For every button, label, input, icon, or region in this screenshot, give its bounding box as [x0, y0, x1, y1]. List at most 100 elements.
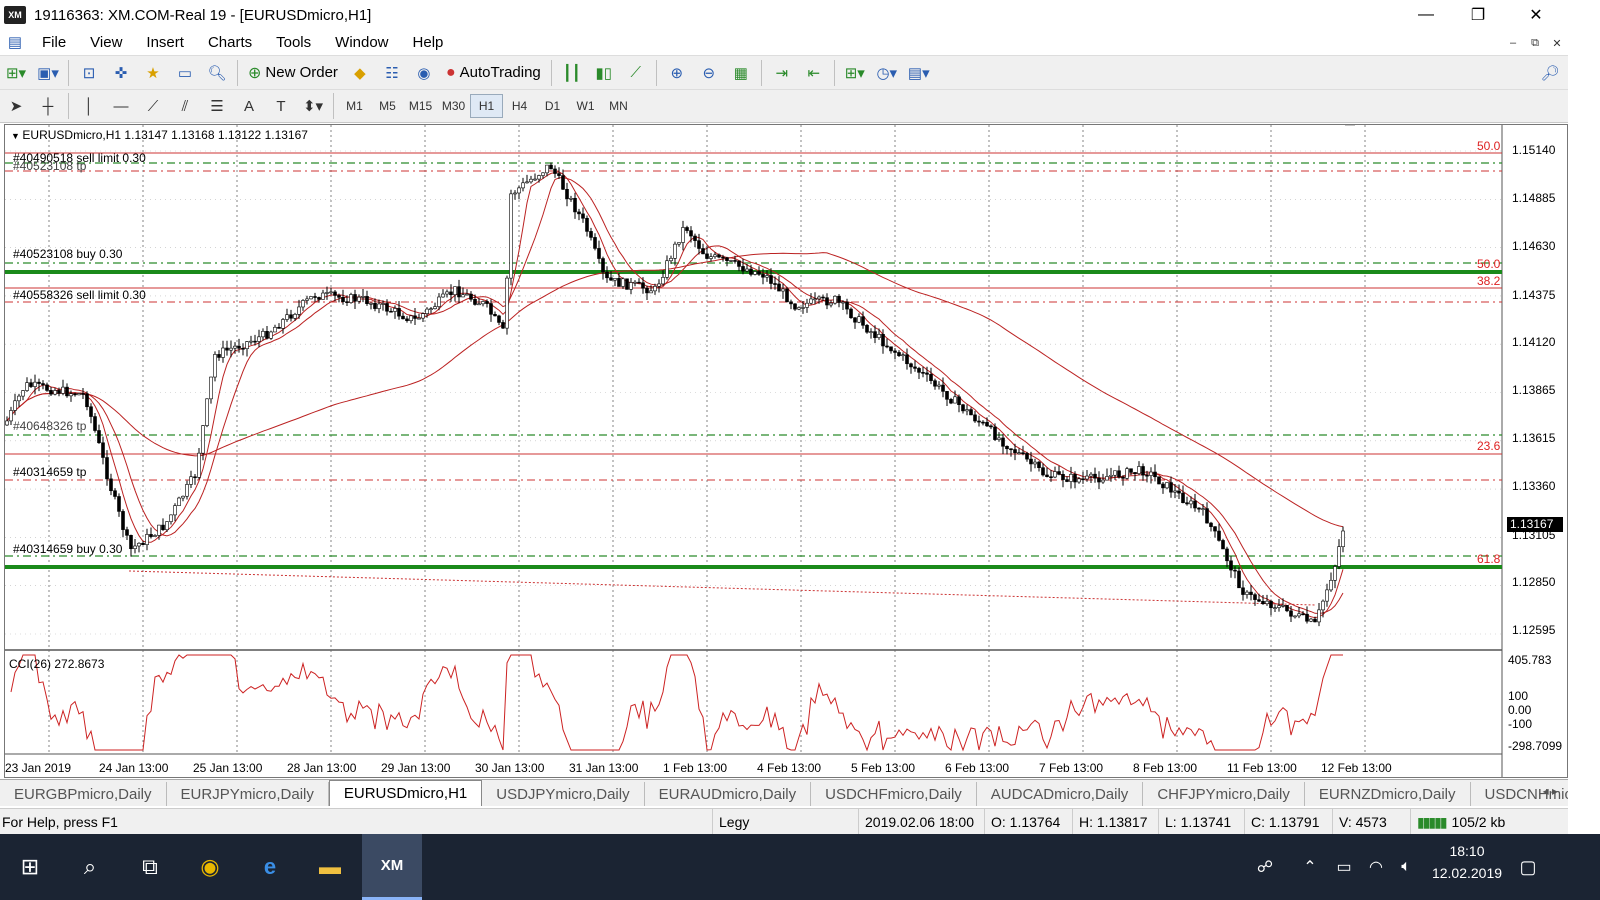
tab-eurnzd[interactable]: EURNZDmicro,Daily [1305, 782, 1471, 806]
separator [333, 93, 334, 119]
autotrading-button[interactable]: ● AutoTrading [440, 60, 547, 86]
volume-button[interactable]: 🔈︎ [1388, 834, 1424, 900]
mdi-minimize-button[interactable]: – [1502, 34, 1524, 52]
edge-button[interactable]: e [240, 834, 300, 900]
chrome-button[interactable]: ◉ [180, 834, 240, 900]
fib-label: 50.0 [1477, 257, 1501, 271]
market-icon[interactable]: ◉ [410, 60, 438, 86]
order-label: #40523108 tp [13, 159, 87, 173]
status-low: L: 1.13741 [1158, 809, 1244, 835]
start-button[interactable]: ⊞ [0, 834, 60, 900]
tab-audcad[interactable]: AUDCADmicro,Daily [977, 782, 1144, 806]
clock[interactable]: 18:10 12.02.2019 [1422, 840, 1512, 884]
navigator-icon[interactable]: ★ [139, 60, 167, 86]
tab-chfjpy[interactable]: CHFJPYmicro,Daily [1143, 782, 1305, 806]
tab-usdchf[interactable]: USDCHFmicro,Daily [811, 782, 977, 806]
crosshair-icon[interactable]: ┼ [34, 93, 62, 119]
new-order-button[interactable]: ⊕ New Order [242, 60, 344, 86]
task-view-button[interactable]: ⧉ [120, 834, 180, 900]
tab-eurgbp[interactable]: EURGBPmicro,Daily [0, 782, 167, 806]
menu-tools[interactable]: Tools [264, 34, 323, 51]
profiles-icon[interactable]: ▣▾ [34, 60, 62, 86]
tester-icon[interactable]: 🔍︎ [203, 60, 231, 86]
chart-shift-icon[interactable]: ⇤ [800, 60, 828, 86]
search-button[interactable]: ⌕ [60, 834, 120, 900]
bar-chart-icon[interactable]: ┃┃ [558, 60, 586, 86]
xm-app-button[interactable]: XM [362, 834, 422, 900]
menu-file[interactable]: File [30, 34, 78, 51]
menu-view[interactable]: View [78, 34, 134, 51]
right-margin [1568, 55, 1600, 834]
search-icon[interactable]: 🔎︎ [1536, 60, 1564, 86]
mdi-restore-button[interactable]: ⧉ [1524, 34, 1546, 52]
tile-windows-icon[interactable]: ▦ [727, 60, 755, 86]
data-window-icon[interactable]: ✜ [107, 60, 135, 86]
tray-chevron[interactable]: ⌃ [1290, 834, 1330, 900]
timeframe-d1[interactable]: D1 [536, 94, 569, 118]
menu-charts[interactable]: Charts [196, 34, 264, 51]
timeframe-mn[interactable]: MN [602, 94, 635, 118]
zoom-out-icon[interactable]: ⊖ [695, 60, 723, 86]
market-watch-icon[interactable]: ⊡ [75, 60, 103, 86]
tab-scroll-arrows[interactable]: ◂ ▸ [1543, 784, 1558, 798]
close-button[interactable]: ✕ [1510, 0, 1562, 30]
menu-window[interactable]: Window [323, 34, 400, 51]
mdi-close-button[interactable]: ✕ [1546, 34, 1568, 52]
text-label-icon[interactable]: T [267, 93, 295, 119]
app-logo: XM [4, 6, 26, 24]
new-order-label: New Order [265, 64, 338, 81]
trendline-icon[interactable]: ⟋ [139, 93, 167, 119]
timeframe-h4[interactable]: H4 [503, 94, 536, 118]
channel-icon[interactable]: ⫽ [171, 93, 199, 119]
signals-icon[interactable]: ☷ [378, 60, 406, 86]
periods-icon[interactable]: ◷▾ [873, 60, 901, 86]
cursor-icon[interactable]: ➤ [2, 93, 30, 119]
metaeditor-icon[interactable]: ◆ [346, 60, 374, 86]
tab-usdjpy[interactable]: USDJPYmicro,Daily [482, 782, 645, 806]
date-tick: 25 Jan 13:00 [193, 761, 263, 775]
tab-euraud[interactable]: EURAUDmicro,Daily [645, 782, 812, 806]
timeframe-m1[interactable]: M1 [338, 94, 371, 118]
line-chart-icon[interactable]: ⟋ [622, 60, 650, 86]
arrows-icon[interactable]: ⬍▾ [299, 93, 327, 119]
status-traffic: ▮▮▮▮▮ 105/2 kb [1410, 809, 1560, 835]
timeframe-h1[interactable]: H1 [470, 94, 503, 118]
timeframe-m5[interactable]: M5 [371, 94, 404, 118]
horizontal-line-icon[interactable]: — [107, 93, 135, 119]
separator [237, 59, 238, 86]
autoscroll-icon[interactable]: ⇥ [768, 60, 796, 86]
wifi-icon: ◠ [1369, 859, 1383, 876]
timeframe-m30[interactable]: M30 [437, 94, 470, 118]
date-tick: 24 Jan 13:00 [99, 761, 169, 775]
templates-icon[interactable]: ▤▾ [905, 60, 933, 86]
price-chart[interactable] [5, 125, 1567, 777]
date-tick: 29 Jan 13:00 [381, 761, 451, 775]
terminal-icon[interactable]: ▭ [171, 60, 199, 86]
menu-insert[interactable]: Insert [134, 34, 196, 51]
minimize-button[interactable]: — [1400, 0, 1452, 30]
people-button[interactable]: ☍ [1245, 834, 1285, 900]
zoom-in-icon[interactable]: ⊕ [663, 60, 691, 86]
tab-eurusd[interactable]: EURUSDmicro,H1 [328, 780, 483, 806]
chart-window[interactable]: ▼ EURUSDmicro,H1 1.13147 1.13168 1.13122… [4, 124, 1568, 778]
maximize-button[interactable]: ❐ [1452, 0, 1504, 30]
candlestick-icon[interactable]: ▮▯ [590, 60, 618, 86]
timeframe-m15[interactable]: M15 [404, 94, 437, 118]
new-chart-icon[interactable]: ⊞▾ [2, 60, 30, 86]
current-price-tag: 1.13167 [1507, 517, 1563, 532]
battery-button[interactable]: ▭ [1326, 834, 1362, 900]
text-icon[interactable]: A [235, 93, 263, 119]
explorer-button[interactable]: ▬ [300, 834, 360, 900]
tab-eurjpy[interactable]: EURJPYmicro,Daily [167, 782, 329, 806]
separator [550, 59, 552, 86]
timeframe-w1[interactable]: W1 [569, 94, 602, 118]
fibonacci-icon[interactable]: ☰ [203, 93, 231, 119]
notifications-button[interactable]: ▢ [1500, 834, 1556, 900]
date-tick: 5 Feb 13:00 [851, 761, 916, 775]
price-tick: 1.12595 [1512, 623, 1556, 637]
vertical-line-icon[interactable]: │ [75, 93, 103, 119]
menu-help[interactable]: Help [401, 34, 456, 51]
connection-bars-icon: ▮▮▮▮▮ [1417, 813, 1447, 830]
indicators-icon[interactable]: ⊞▾ [841, 60, 869, 86]
fib-label: 50.0 [1477, 139, 1501, 153]
